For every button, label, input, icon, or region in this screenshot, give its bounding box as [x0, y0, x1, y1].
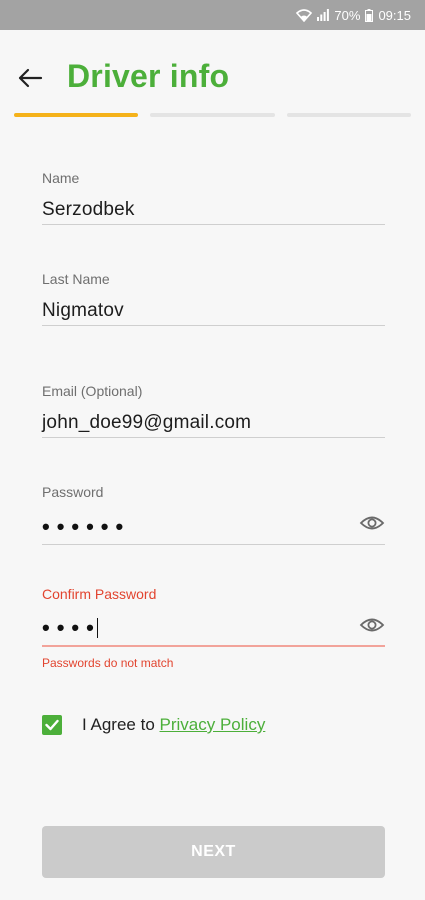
- agree-checkbox[interactable]: [42, 715, 62, 735]
- next-button[interactable]: NEXT: [42, 826, 385, 878]
- wifi-icon: [296, 8, 313, 22]
- last-name-label: Last Name: [42, 271, 110, 287]
- confirm-password-field-group: Confirm Password •••• Passwords do not m…: [42, 586, 385, 670]
- last-name-value: Nigmatov: [42, 299, 124, 321]
- agree-label: I Agree to: [82, 715, 155, 734]
- eye-icon[interactable]: [359, 615, 385, 640]
- step-indicator-1: [14, 113, 139, 117]
- agree-text: I Agree to Privacy Policy: [82, 715, 265, 735]
- step-indicator-3: [286, 113, 411, 117]
- confirm-password-value: ••••: [42, 615, 101, 640]
- clock: 09:15: [378, 7, 411, 23]
- page-title: Driver info: [67, 58, 230, 94]
- password-input[interactable]: ••••••: [42, 509, 385, 545]
- header: Driver info: [0, 30, 425, 120]
- eye-icon[interactable]: [359, 513, 385, 538]
- name-value: Serzodbek: [42, 198, 135, 220]
- arrow-left-icon[interactable]: [14, 62, 46, 94]
- password-value: ••••••: [42, 513, 131, 539]
- email-field-group: Email (Optional) john_doe99@gmail.com: [42, 383, 385, 438]
- check-icon: [45, 719, 59, 731]
- battery-icon: [365, 8, 374, 22]
- email-label: Email (Optional): [42, 383, 143, 399]
- privacy-policy-link[interactable]: Privacy Policy: [160, 715, 266, 734]
- last-name-input[interactable]: Nigmatov: [42, 296, 385, 326]
- name-input[interactable]: Serzodbek: [42, 195, 385, 225]
- confirm-password-input[interactable]: ••••: [42, 611, 385, 647]
- text-cursor: [96, 618, 98, 638]
- signal-icon: [317, 9, 330, 21]
- confirm-password-label: Confirm Password: [42, 586, 157, 602]
- name-field-group: Name Serzodbek: [42, 170, 385, 225]
- password-field-group: Password ••••••: [42, 484, 385, 545]
- status-bar: 70% 09:15: [0, 0, 425, 30]
- privacy-agreement: I Agree to Privacy Policy: [42, 712, 265, 738]
- battery-percent: 70%: [334, 7, 361, 23]
- name-label: Name: [42, 170, 80, 186]
- password-label: Password: [42, 484, 104, 500]
- password-mismatch-error: Passwords do not match: [42, 656, 174, 670]
- email-value: john_doe99@gmail.com: [42, 411, 252, 433]
- email-input[interactable]: john_doe99@gmail.com: [42, 408, 385, 438]
- last-name-field-group: Last Name Nigmatov: [42, 271, 385, 326]
- step-indicator-2: [150, 113, 275, 117]
- step-progress: [14, 113, 411, 117]
